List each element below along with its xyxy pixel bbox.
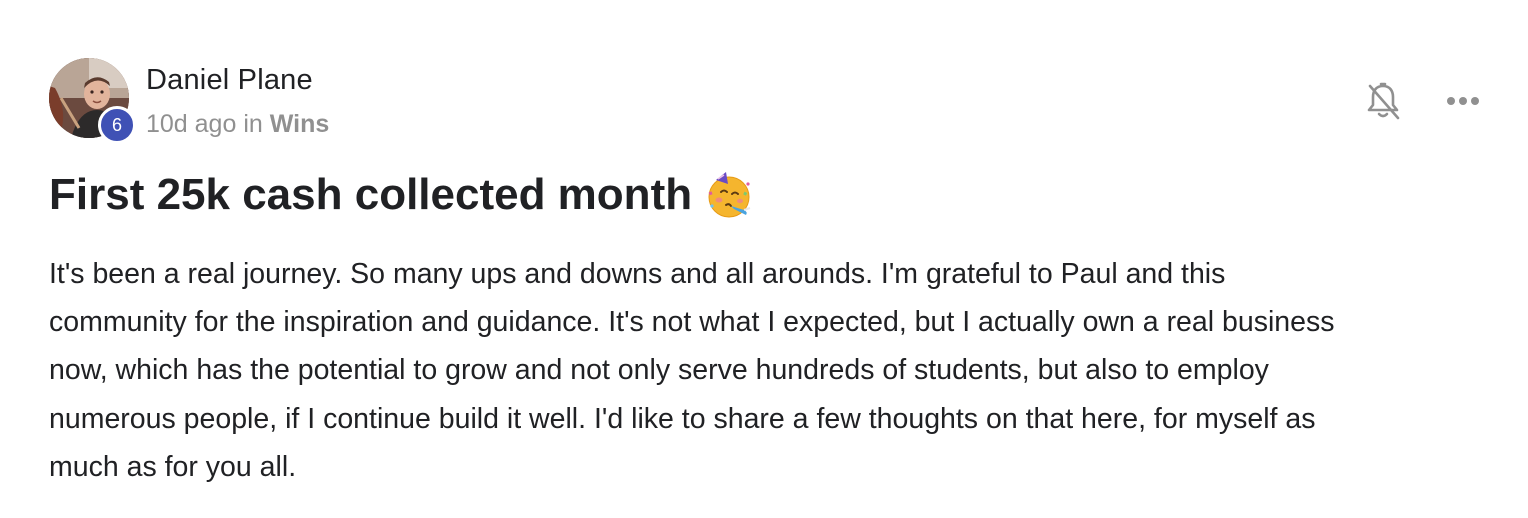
- level-badge: 6: [98, 106, 136, 144]
- post-body[interactable]: It's been a real journey. So many ups an…: [49, 250, 1509, 491]
- level-number: 6: [111, 114, 122, 135]
- more-options-button[interactable]: [1440, 86, 1486, 116]
- author-avatar-wrap[interactable]: 6: [49, 58, 136, 144]
- post-meta: 10d ago in Wins: [146, 110, 329, 139]
- notifications-toggle[interactable]: [1362, 80, 1404, 122]
- partying-face-emoji-icon: [704, 170, 754, 220]
- post-time: 10d ago: [146, 110, 237, 138]
- bell-off-icon: [1367, 82, 1400, 120]
- author-name[interactable]: Daniel Plane: [146, 64, 313, 97]
- post-title-text: First 25k cash collected month: [49, 170, 693, 219]
- post-category-link[interactable]: Wins: [270, 110, 330, 138]
- post-title[interactable]: First 25k cash collected month: [49, 170, 754, 220]
- post-card: 6 Daniel Plane 10d ago in Wins First 25k…: [0, 0, 1528, 518]
- meta-in-word: in: [243, 110, 263, 138]
- more-horizontal-icon: [1447, 97, 1479, 105]
